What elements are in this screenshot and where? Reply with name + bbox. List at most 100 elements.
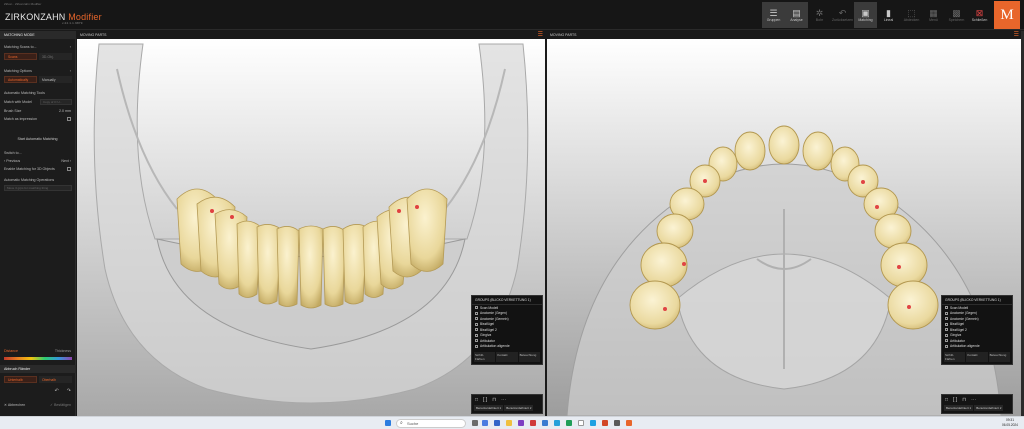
bracket-icon[interactable]: [ ] bbox=[483, 397, 487, 403]
group-item[interactable]: Artikulation aligende bbox=[942, 344, 1012, 350]
ruler-icon: ▮ bbox=[886, 8, 891, 18]
menu-icon[interactable]: ☰ bbox=[538, 32, 543, 38]
app-icon[interactable] bbox=[578, 420, 584, 426]
drill-button[interactable]: ✲ Bohr bbox=[808, 2, 831, 28]
confirm-button[interactable]: ✓ Bestätigen bbox=[50, 403, 71, 407]
matching-source-label: Matching Scans to... › bbox=[4, 45, 71, 49]
prev-next-row: ‹ Previous Next › bbox=[4, 159, 71, 163]
undo-icon[interactable]: ↶ bbox=[55, 388, 59, 394]
previous-button[interactable]: ‹ Previous bbox=[4, 159, 20, 163]
matching-icon: ▣ bbox=[861, 8, 870, 18]
switch-label: Switch to... bbox=[4, 151, 22, 155]
redo-icon[interactable]: ↷ bbox=[67, 388, 71, 394]
widgets-icon[interactable] bbox=[482, 420, 488, 426]
edge-icon[interactable] bbox=[590, 420, 596, 426]
view-tools-front: □ [ ] ⊓ ⋯ Benutzerdefiniert 1 Benutzerdefini… bbox=[471, 394, 543, 414]
drill-icon: ✲ bbox=[815, 8, 824, 18]
tab-custom-1[interactable]: Benutzerdefiniert 1 bbox=[944, 405, 974, 411]
contact-button[interactable]: Kontakt bbox=[496, 352, 518, 362]
tab-custom-1[interactable]: Benutzerdefiniert 1 bbox=[474, 405, 504, 411]
app-icon[interactable] bbox=[542, 420, 548, 426]
color-visible-button[interactable]: Sichtb. Färben bbox=[474, 352, 496, 362]
menu-button[interactable]: ▦ Menü bbox=[922, 2, 945, 28]
panel-header: MATCHING MODE bbox=[0, 31, 76, 39]
groups-panel-buttons: Sichtb. Färben Kontakt Beleuchtung bbox=[474, 352, 540, 362]
next-button[interactable]: Next › bbox=[61, 159, 71, 163]
groups-panel-front: GROUPS (BLICKO VERKETTUNG 1) Scan Modell… bbox=[471, 295, 543, 365]
groups-panel-title: GROUPS (BLICKO VERKETTUNG 1) bbox=[472, 296, 542, 305]
ruler-button[interactable]: ▮ Lineal bbox=[877, 2, 900, 28]
match-impression-checkbox[interactable] bbox=[67, 117, 71, 121]
groups-button[interactable]: ☰ Gruppen bbox=[762, 2, 785, 28]
enable-3d-checkbox[interactable] bbox=[67, 167, 71, 171]
below-button[interactable]: Unterhalb bbox=[4, 376, 37, 383]
groups-panel-buttons: Sichtb. Färben Kontakt Beleuchtung bbox=[944, 352, 1010, 362]
source-3d-option[interactable]: 3D-Obj. bbox=[39, 53, 72, 60]
app-icon[interactable] bbox=[566, 420, 572, 426]
close-icon: ⊠ bbox=[975, 8, 984, 18]
start-icon[interactable] bbox=[385, 420, 391, 426]
app-icon[interactable] bbox=[554, 420, 560, 426]
bracket-icon[interactable]: [ ] bbox=[953, 397, 957, 403]
menu-icon: ☰ bbox=[769, 8, 778, 18]
matching-button[interactable]: ▣ Matching bbox=[854, 2, 877, 28]
distance-color-scale bbox=[4, 357, 72, 360]
group-item[interactable]: Artikulation aligende bbox=[472, 344, 542, 350]
brand-name: ZIRKONZAHN bbox=[5, 12, 66, 22]
auto-operations-field[interactable]: Move 3 grps for matching thing bbox=[4, 185, 72, 191]
app-icon[interactable] bbox=[530, 420, 536, 426]
more-icon[interactable]: ⋯ bbox=[501, 397, 506, 403]
layout-icon[interactable]: ⊓ bbox=[962, 397, 966, 403]
cover-button[interactable]: ⬚ Abdecken bbox=[900, 2, 923, 28]
viewport-occlusal[interactable]: MOVING PARTS ☰ GROUPS (BLICKO VERKETTUNG… bbox=[547, 31, 1021, 416]
more-icon[interactable]: ⋯ bbox=[971, 397, 976, 403]
groups-panel-title: GROUPS (BLICKO VERKETTUNG 1) bbox=[942, 296, 1012, 305]
mode-manual-option[interactable]: Manually bbox=[39, 76, 72, 83]
modifier-logo: M bbox=[994, 1, 1020, 29]
brand-version: v.24.1.1.9879 bbox=[62, 21, 83, 25]
tab-custom-2[interactable]: Benutzerdefiniert 2 bbox=[974, 405, 1004, 411]
enable-3d-row: Enable Matching for 3D Objects bbox=[4, 167, 71, 171]
square-icon[interactable]: □ bbox=[945, 397, 948, 403]
system-clock[interactable]: 09:31 06.05.2024 bbox=[1002, 418, 1018, 428]
layout-icon[interactable]: ⊓ bbox=[492, 397, 496, 403]
cancel-button[interactable]: ✕ Abbrechen bbox=[4, 403, 25, 407]
explorer-icon[interactable] bbox=[506, 420, 512, 426]
section-abbruch-header: Abbruch Ränder bbox=[0, 365, 76, 373]
reset-button[interactable]: ↶ Zurücksetzen bbox=[831, 2, 854, 28]
close-button[interactable]: ⊠ Schließen bbox=[968, 2, 991, 28]
tab-thickness[interactable]: Thickness bbox=[55, 349, 71, 353]
match-with-model-select[interactable]: Copy of O U... bbox=[40, 99, 72, 105]
viewport-front[interactable]: MOVING PARTS ☰ GROUPS (BLICKO VERKETTUNG… bbox=[77, 31, 545, 416]
analyse-button[interactable]: ▤ Analyse bbox=[785, 2, 808, 28]
start-matching-button[interactable]: Start Automatic Matching bbox=[4, 137, 71, 141]
app-icon[interactable] bbox=[518, 420, 524, 426]
color-visible-button[interactable]: Sichtb. Färben bbox=[944, 352, 966, 362]
save-button[interactable]: ▩ Speichern bbox=[945, 2, 968, 28]
brush-size-row: Brush Size 2.0 mm bbox=[4, 109, 71, 113]
contact-button[interactable]: Kontakt bbox=[966, 352, 988, 362]
tab-distance[interactable]: Distance bbox=[4, 349, 18, 353]
tab-custom-2[interactable]: Benutzerdefiniert 2 bbox=[504, 405, 534, 411]
zirkonzahn-icon[interactable] bbox=[626, 420, 632, 426]
above-button[interactable]: Oberhalb bbox=[39, 376, 72, 383]
undo-redo-row: ↶ ↷ bbox=[4, 388, 71, 394]
toolbar-main: ☰ Gruppen ▤ Analyse ✲ Bohr ↶ Zurücksetzen ▣ M… bbox=[762, 2, 923, 28]
task-view-icon[interactable] bbox=[472, 420, 478, 426]
view-tools-occlusal: □ [ ] ⊓ ⋯ Benutzerdefiniert 1 Benutzerdefini… bbox=[941, 394, 1013, 414]
source-scans-option[interactable]: Scans bbox=[4, 53, 37, 60]
app-icon[interactable] bbox=[614, 420, 620, 426]
app-icon[interactable] bbox=[602, 420, 608, 426]
teams-icon[interactable] bbox=[494, 420, 500, 426]
undo-icon: ↶ bbox=[838, 8, 847, 18]
menu-icon[interactable]: ☰ bbox=[1014, 32, 1019, 38]
mode-automatic-option[interactable]: Automatically bbox=[4, 76, 37, 83]
square-icon[interactable]: □ bbox=[475, 397, 478, 403]
groups-panel-occlusal: GROUPS (BLICKO VERKETTUNG 1) Scan Modell… bbox=[941, 295, 1013, 365]
lighting-button[interactable]: Beleuchtung bbox=[518, 352, 540, 362]
search-icon: ⌕ bbox=[400, 420, 403, 426]
taskbar-search[interactable]: ⌕ Suche bbox=[396, 419, 466, 428]
matching-panel: MATCHING MODE Matching Scans to... › Scan… bbox=[0, 31, 76, 416]
lighting-button[interactable]: Beleuchtung bbox=[988, 352, 1010, 362]
viewport-occlusal-header: MOVING PARTS ☰ bbox=[547, 31, 1021, 39]
